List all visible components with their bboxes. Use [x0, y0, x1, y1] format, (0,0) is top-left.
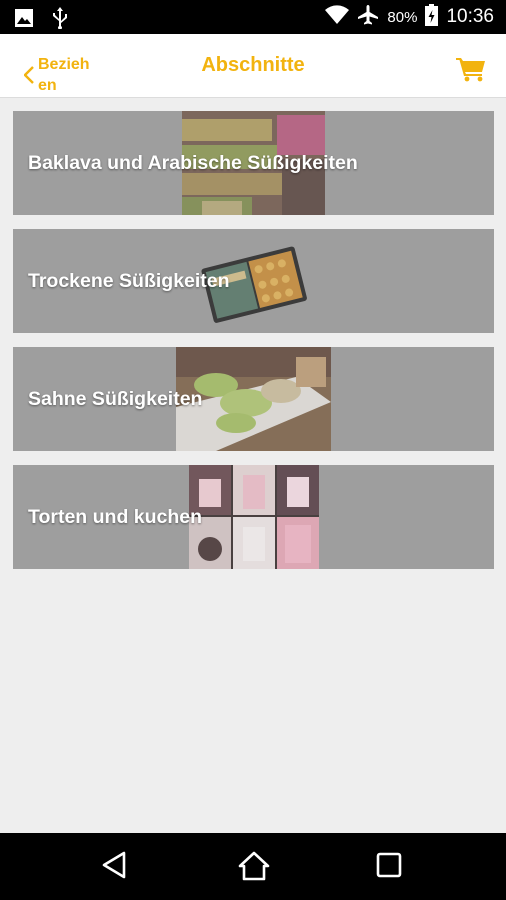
- battery-icon: [425, 3, 439, 31]
- section-item-label: Trockene Süßigkeiten: [28, 269, 230, 292]
- section-item-baklava[interactable]: Baklava und Arabische Süßigkeiten: [13, 111, 494, 215]
- nav-home-button[interactable]: [238, 851, 270, 886]
- status-bar: 80% 10:36: [0, 0, 506, 34]
- section-list: Baklava und Arabische Süßigkeiten Trocke…: [13, 111, 494, 583]
- home-icon: [238, 851, 270, 885]
- recents-square-icon: [375, 852, 403, 883]
- airplane-icon: [357, 4, 379, 31]
- cart-button[interactable]: [456, 56, 486, 87]
- battery-percent: 80%: [387, 8, 418, 26]
- image-icon: [14, 8, 34, 33]
- section-item-label: Torten und kuchen: [28, 505, 203, 528]
- usb-icon: [52, 7, 68, 34]
- nav-recents-button[interactable]: [375, 851, 403, 884]
- clock: 10:36: [446, 6, 494, 27]
- section-item-cream-sweets[interactable]: Sahne Süßigkeiten: [13, 347, 494, 451]
- section-item-cakes[interactable]: Torten und kuchen: [13, 465, 494, 569]
- page-title: Abschnitte: [201, 54, 305, 76]
- back-triangle-icon: [101, 851, 127, 883]
- section-item-dry-sweets[interactable]: Trockene Süßigkeiten: [13, 229, 494, 333]
- cakes-collage-photo: [189, 465, 319, 569]
- navigation-bar: [0, 833, 506, 900]
- shopping-cart-icon: [456, 58, 486, 86]
- app-bar: Beziehen Abschnitte: [0, 34, 506, 98]
- section-item-label: Baklava und Arabische Süßigkeiten: [28, 151, 358, 174]
- wifi-icon: [325, 4, 350, 30]
- section-item-label: Sahne Süßigkeiten: [28, 387, 203, 410]
- nav-back-button[interactable]: [101, 851, 127, 884]
